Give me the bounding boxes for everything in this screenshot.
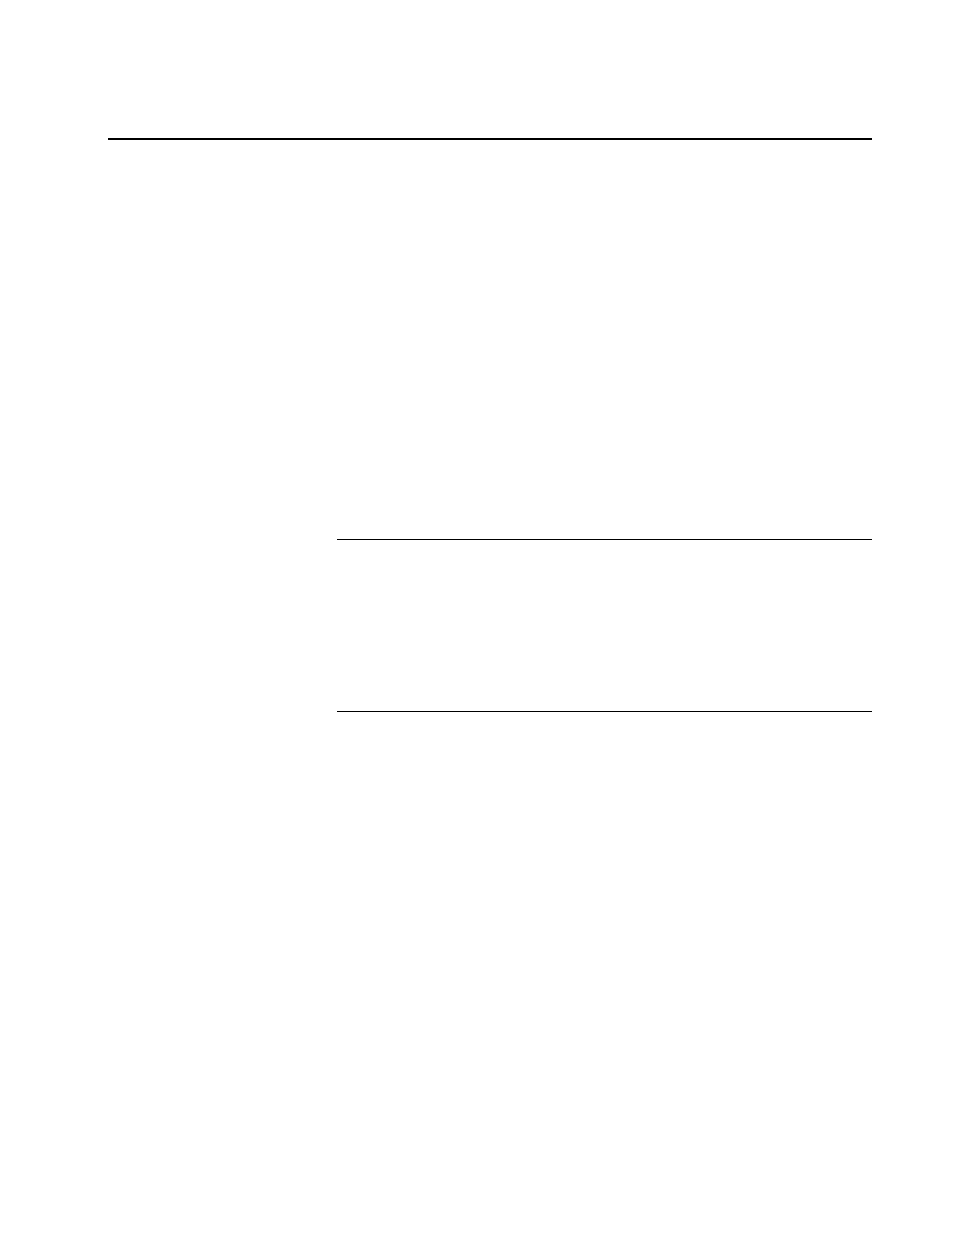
horizontal-rule-mid-a — [337, 539, 872, 540]
horizontal-rule-mid-b — [337, 711, 872, 712]
horizontal-rule-top — [108, 138, 872, 140]
page — [0, 0, 954, 1235]
